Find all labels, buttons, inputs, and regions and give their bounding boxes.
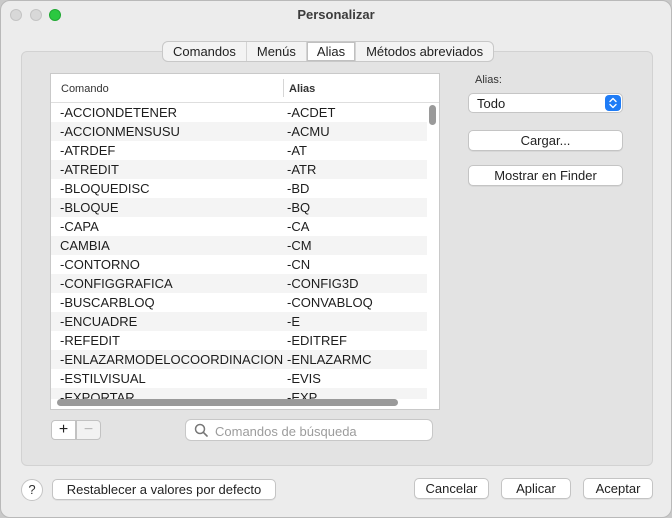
command-cell: -CONFIGGRAFICA bbox=[60, 276, 173, 291]
command-cell: -BUSCARBLOQ bbox=[60, 295, 155, 310]
remove-alias-button[interactable]: − bbox=[76, 420, 101, 440]
alias-cell: -CN bbox=[287, 257, 311, 272]
command-cell: -ATREDIT bbox=[60, 162, 119, 177]
alias-cell: -ATR bbox=[287, 162, 317, 177]
table-row[interactable]: -ATRDEF -AT bbox=[51, 141, 427, 160]
alias-filter-label: Alias: bbox=[475, 74, 502, 86]
alias-cell: -ENLAZARMC bbox=[287, 352, 372, 367]
column-header-command[interactable]: Comando bbox=[61, 83, 109, 95]
command-cell: -BLOQUEDISC bbox=[60, 181, 150, 196]
alias-cell: -BQ bbox=[287, 200, 311, 215]
table-row[interactable]: -REFEDIT -EDITREF bbox=[51, 331, 427, 350]
table-row[interactable]: -BLOQUEDISC -BD bbox=[51, 179, 427, 198]
alias-cell: -BD bbox=[287, 181, 310, 196]
help-button[interactable]: ? bbox=[21, 479, 43, 501]
tab-menus[interactable]: Menús bbox=[247, 42, 307, 61]
command-cell: -ENCUADRE bbox=[60, 314, 138, 329]
alias-cell: -EVIS bbox=[287, 371, 321, 386]
table-row[interactable]: -ENLAZARMODELOCOORDINACION -ENLAZARMC bbox=[51, 350, 427, 369]
table-row[interactable]: -EXPORTAR -EXP bbox=[51, 388, 427, 399]
tab-metodos-abreviados[interactable]: Métodos abreviados bbox=[356, 42, 493, 61]
command-cell: -ENLAZARMODELOCOORDINACION bbox=[60, 352, 284, 367]
table-row[interactable]: -CONTORNO -CN bbox=[51, 255, 427, 274]
table-row[interactable]: -CAPA -CA bbox=[51, 217, 427, 236]
command-cell: -ACCIONDETENER bbox=[60, 105, 178, 120]
apply-button[interactable]: Aplicar bbox=[501, 478, 571, 499]
table-header: Comando Alias bbox=[51, 74, 439, 103]
show-in-finder-button[interactable]: Mostrar en Finder bbox=[468, 165, 623, 186]
alias-cell: -AT bbox=[287, 143, 307, 158]
load-button[interactable]: Cargar... bbox=[468, 130, 623, 151]
column-divider bbox=[283, 79, 284, 97]
command-cell: -EXPORTAR bbox=[60, 390, 135, 399]
tab-bar: Comandos Menús Alias Métodos abreviados bbox=[162, 41, 495, 62]
add-alias-button[interactable]: + bbox=[51, 420, 76, 440]
alias-table[interactable]: Comando Alias -ACCIONDETENER -ACDET -ACCIO… bbox=[50, 73, 440, 410]
table-row[interactable]: -BLOQUE -BQ bbox=[51, 198, 427, 217]
table-row[interactable]: -BUSCARBLOQ -CONVABLOQ bbox=[51, 293, 427, 312]
command-cell: -BLOQUE bbox=[60, 200, 119, 215]
title-bar: Personalizar bbox=[1, 1, 671, 29]
alias-filter-value: Todo bbox=[477, 96, 506, 111]
alias-cell: -EXP bbox=[287, 390, 318, 399]
alias-filter-popup[interactable]: Todo bbox=[468, 93, 623, 113]
ok-button[interactable]: Aceptar bbox=[583, 478, 653, 499]
window-title: Personalizar bbox=[297, 7, 375, 22]
table-row[interactable]: -CONFIGGRAFICA -CONFIG3D bbox=[51, 274, 427, 293]
search-field[interactable] bbox=[185, 419, 433, 441]
search-icon bbox=[194, 423, 208, 437]
alias-cell: -ACDET bbox=[287, 105, 336, 120]
command-cell: -REFEDIT bbox=[60, 333, 120, 348]
table-row[interactable]: -ATREDIT -ATR bbox=[51, 160, 427, 179]
horizontal-scrollbar-thumb[interactable] bbox=[57, 399, 398, 406]
search-input[interactable] bbox=[213, 421, 432, 441]
table-row[interactable]: -ESTILVISUAL -EVIS bbox=[51, 369, 427, 388]
alias-cell: -ACMU bbox=[287, 124, 330, 139]
vertical-scrollbar-thumb[interactable] bbox=[429, 105, 436, 125]
command-cell: CAMBIA bbox=[60, 238, 110, 253]
alias-cell: -CONFIG3D bbox=[287, 276, 359, 291]
tab-alias[interactable]: Alias bbox=[306, 42, 357, 61]
popup-chevrons-icon bbox=[605, 95, 621, 111]
table-row[interactable]: -ENCUADRE -E bbox=[51, 312, 427, 331]
cancel-button[interactable]: Cancelar bbox=[414, 478, 489, 499]
table-row[interactable]: -ACCIONDETENER -ACDET bbox=[51, 103, 427, 122]
customize-window: Personalizar Comandos Menús Alias Método… bbox=[0, 0, 672, 518]
command-cell: -ESTILVISUAL bbox=[60, 371, 146, 386]
alias-cell: -E bbox=[287, 314, 300, 329]
command-cell: -ATRDEF bbox=[60, 143, 116, 158]
command-cell: -CAPA bbox=[60, 219, 99, 234]
alias-cell: -EDITREF bbox=[287, 333, 347, 348]
command-cell: -ACCIONMENSUSU bbox=[60, 124, 180, 139]
table-row[interactable]: -ACCIONMENSUSU -ACMU bbox=[51, 122, 427, 141]
alias-cell: -CA bbox=[287, 219, 310, 234]
column-header-alias[interactable]: Alias bbox=[289, 83, 315, 95]
alias-cell: -CONVABLOQ bbox=[287, 295, 373, 310]
command-cell: -CONTORNO bbox=[60, 257, 140, 272]
reset-defaults-button[interactable]: Restablecer a valores por defecto bbox=[52, 479, 276, 500]
table-row[interactable]: CAMBIA -CM bbox=[51, 236, 427, 255]
tab-comandos[interactable]: Comandos bbox=[163, 42, 247, 61]
table-body: -ACCIONDETENER -ACDET -ACCIONMENSUSU -ACMU -… bbox=[51, 103, 427, 399]
alias-cell: -CM bbox=[287, 238, 312, 253]
